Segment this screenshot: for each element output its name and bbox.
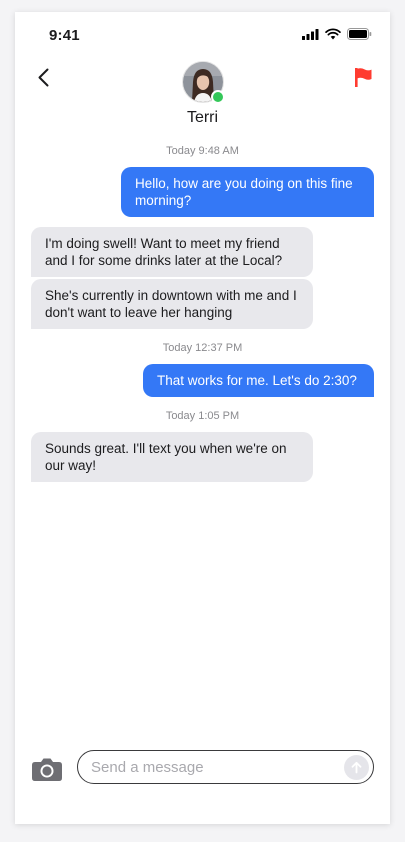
- timestamp: Today 9:48 AM: [166, 145, 239, 157]
- online-status-dot: [211, 90, 225, 104]
- signal-icon: [302, 28, 319, 40]
- arrow-up-icon: [351, 761, 362, 774]
- battery-icon: [347, 28, 372, 40]
- outgoing-message-bubble[interactable]: That works for me. Let's do 2:30?: [143, 364, 374, 397]
- message-input[interactable]: [77, 750, 374, 784]
- camera-button[interactable]: [31, 755, 63, 783]
- wifi-icon: [325, 28, 341, 40]
- incoming-message-bubble[interactable]: Sounds great. I'll text you when we're o…: [31, 432, 313, 482]
- phone-screen: 9:41 Terri Today 9:48 AM Hello, how are …: [15, 12, 390, 824]
- timestamp: Today 12:37 PM: [162, 342, 243, 354]
- back-button[interactable]: [33, 66, 57, 90]
- incoming-message-bubble[interactable]: She's currently in downtown with me and …: [31, 279, 313, 329]
- chevron-left-icon: [38, 68, 49, 87]
- contact-avatar-button[interactable]: [182, 61, 225, 104]
- incoming-message-bubble[interactable]: I'm doing swell! Want to meet my friend …: [31, 227, 313, 277]
- status-icons: [302, 28, 372, 40]
- outgoing-message-bubble[interactable]: Hello, how are you doing on this fine mo…: [121, 167, 374, 217]
- contact-name: Terri: [186, 109, 219, 126]
- flag-icon: [355, 68, 372, 87]
- timestamp: Today 1:05 PM: [165, 410, 240, 422]
- status-time: 9:41: [49, 27, 80, 44]
- send-button[interactable]: [344, 755, 369, 780]
- camera-icon: [32, 758, 62, 781]
- flag-button[interactable]: [352, 66, 374, 88]
